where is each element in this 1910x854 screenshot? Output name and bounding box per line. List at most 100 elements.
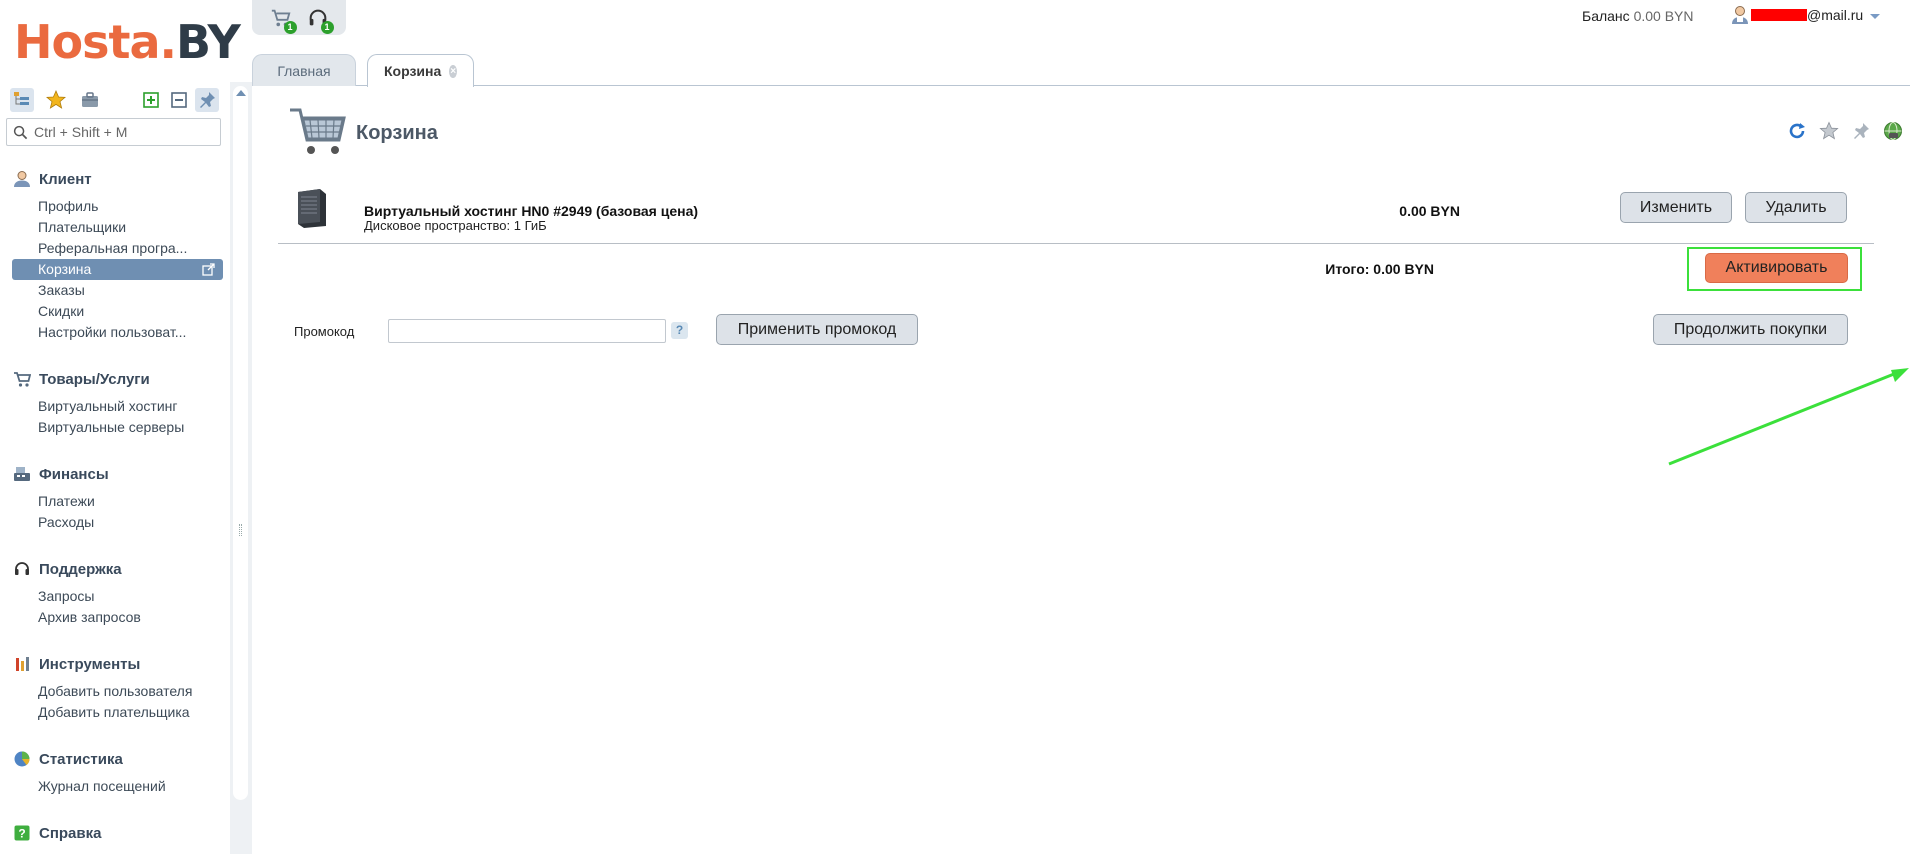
star-icon [46,90,66,109]
sidebar-group-stats: Статистика Журнал посещений [0,748,230,797]
favorites-button[interactable] [44,88,68,112]
menu-search-input[interactable] [34,124,214,140]
sidebar-group-header[interactable]: Статистика [0,748,230,770]
tools-icon [12,654,32,674]
annotation-arrow [1668,368,1909,466]
sidebar-group-help: ? Справка [0,822,230,844]
sidebar-item-profile[interactable]: Профиль [0,196,218,217]
refresh-button[interactable] [1786,120,1808,142]
pie-chart-icon [12,749,32,769]
group-title: Клиент [39,170,92,188]
scrollbar-track[interactable] [233,86,248,800]
apply-promo-button[interactable]: Применить промокод [716,314,918,345]
sidebar-group-header[interactable]: Товары/Услуги [0,368,230,390]
activate-button[interactable]: Активировать [1705,253,1848,283]
support-badge: 1 [320,20,334,34]
search-icon [13,125,28,139]
group-title: Поддержка [39,560,122,578]
sidebar: Клиент Профиль Плательщики Реферальная п… [0,78,230,854]
balance: Баланс 0.00 BYN [1582,8,1694,24]
logo-part2: BY [176,15,241,69]
quick-support-button[interactable]: 1 [306,6,334,34]
logo[interactable]: Hosta.BY [14,15,241,69]
tab-bar: Главная Корзина × [252,52,1910,87]
sidebar-group-header[interactable]: ? Справка [0,822,230,844]
balance-value: 0.00 BYN [1633,8,1694,24]
svg-text:?: ? [18,827,25,841]
tab-home[interactable]: Главная [252,54,356,87]
sidebar-group-header[interactable]: Инструменты [0,653,230,675]
redacted-username [1751,9,1807,21]
quick-cart-button[interactable]: 1 [269,6,297,34]
headset-icon [12,559,32,579]
delete-item-button[interactable]: Удалить [1745,192,1847,223]
tab-label: Главная [277,63,331,79]
tree-icon [14,92,29,105]
add-favorite-button[interactable] [1818,120,1840,142]
sidebar-item-virtual-hosting[interactable]: Виртуальный хостинг [0,396,218,417]
collapse-all-button[interactable] [167,88,191,112]
user-menu[interactable]: @mail.ru [1731,5,1881,25]
sidebar-item-add-payer[interactable]: Добавить плательщика [0,702,218,723]
sidebar-group-client: Клиент Профиль Плательщики Реферальная п… [0,168,230,343]
sidebar-group-header[interactable]: Клиент [0,168,230,190]
resize-handle[interactable] [239,524,242,536]
promo-code-input[interactable] [388,319,666,343]
sidebar-item-label: Корзина [38,261,92,277]
web-link-button[interactable] [1882,120,1904,142]
tab-cart[interactable]: Корзина × [367,54,474,87]
cart-icon [12,369,32,389]
scroll-up-arrow-icon[interactable] [236,90,246,96]
cart-item-price: 0.00 BYN [1399,203,1460,219]
sidebar-group-header[interactable]: Поддержка [0,558,230,580]
sidebar-item-referral[interactable]: Реферальная програ... [0,238,218,259]
menu-search[interactable] [6,118,221,146]
cash-register-icon [12,464,32,484]
sidebar-item-add-user[interactable]: Добавить пользователя [0,681,218,702]
sidebar-group-header[interactable]: Финансы [0,463,230,485]
sidebar-toolbar [10,86,223,114]
sidebar-item-payers[interactable]: Плательщики [0,217,218,238]
sidebar-item-requests-archive[interactable]: Архив запросов [0,607,218,628]
logo-part1: Hosta. [14,15,177,69]
minus-box-icon [171,92,187,108]
sidebar-item-visit-log[interactable]: Журнал посещений [0,776,218,797]
menu-tree-button[interactable] [10,88,34,112]
sidebar-item-discounts[interactable]: Скидки [0,301,218,322]
help-icon[interactable]: ? [671,322,688,339]
open-external-icon[interactable] [202,263,215,276]
cart-item-title: Виртуальный хостинг HN0 #2949 (базовая ц… [364,203,699,219]
edit-item-button[interactable]: Изменить [1620,192,1732,223]
sidebar-item-cart[interactable]: Корзина [12,259,223,280]
plus-box-icon [143,92,159,108]
pin-icon [200,92,215,108]
close-icon[interactable]: × [449,64,457,78]
group-title: Финансы [39,465,109,483]
quick-panel: 1 1 [252,0,346,35]
sidebar-item-user-settings[interactable]: Настройки пользоват... [0,322,218,343]
sidebar-item-requests[interactable]: Запросы [0,586,218,607]
briefcase-button[interactable] [78,88,102,112]
sidebar-item-expenses[interactable]: Расходы [0,512,218,533]
cart-icon [290,108,346,154]
help-icon: ? [12,823,32,843]
cart-total: Итого: 0.00 BYN [1325,261,1434,277]
sidebar-item-orders[interactable]: Заказы [0,280,218,301]
page-title: Корзина [356,122,438,144]
continue-shopping-button[interactable]: Продолжить покупки [1653,314,1848,345]
tab-label: Корзина [384,63,442,79]
pin-page-button[interactable] [1850,120,1872,142]
expand-all-button[interactable] [139,88,163,112]
sidebar-item-virtual-servers[interactable]: Виртуальные серверы [0,417,218,438]
balance-label: Баланс [1582,8,1630,24]
user-icon [1732,6,1748,24]
sidebar-group-products: Товары/Услуги Виртуальный хостинг Виртуа… [0,368,230,438]
sidebar-splitter [230,82,252,854]
group-title: Товары/Услуги [39,370,150,388]
sidebar-item-payments[interactable]: Платежи [0,491,218,512]
cart-badge: 1 [283,20,297,34]
page-actions [1776,120,1904,142]
pin-sidebar-button[interactable] [195,88,219,112]
briefcase-icon [82,92,98,107]
main-content: Корзина Виртуальный хостинг HN0 #2949 (б… [252,86,1910,854]
